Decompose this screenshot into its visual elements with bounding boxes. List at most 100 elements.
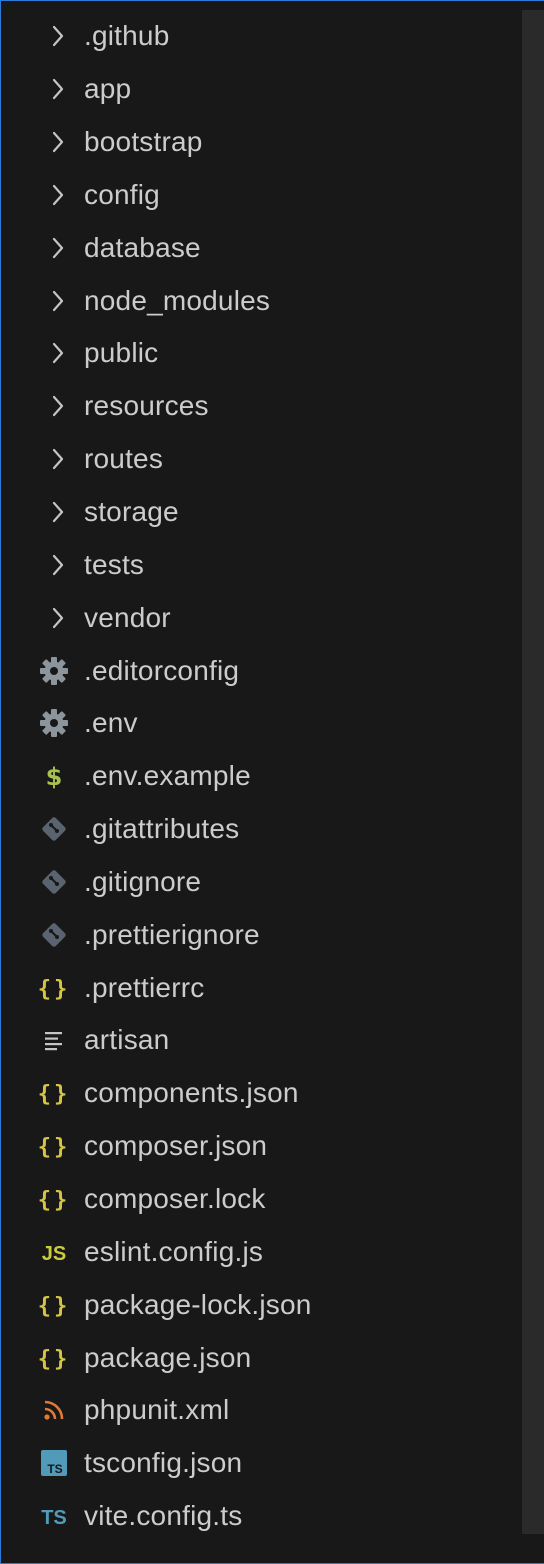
scrollbar-thumb[interactable]: [522, 10, 544, 1534]
folder-item-node-modules[interactable]: node_modules: [1, 274, 521, 327]
file-item-package-json[interactable]: {} package.json: [1, 1331, 521, 1384]
file-item-dot-editorconfig[interactable]: .editorconfig: [1, 644, 521, 697]
file-label: phpunit.xml: [84, 1394, 230, 1426]
folder-item-storage[interactable]: storage: [1, 486, 521, 539]
folder-label: app: [84, 73, 132, 105]
json-braces-icon: {}: [35, 1074, 73, 1112]
svg-text:TS: TS: [47, 1462, 62, 1476]
scrolled-off-content: [341, 1, 421, 3]
file-item-package-lock-json[interactable]: {} package-lock.json: [1, 1278, 521, 1331]
file-item-phpunit-xml[interactable]: phpunit.xml: [1, 1384, 521, 1437]
file-item-dot-env-example[interactable]: $ .env.example: [1, 750, 521, 803]
folder-item-bootstrap[interactable]: bootstrap: [1, 116, 521, 169]
svg-text:{}: {}: [38, 1082, 70, 1107]
folder-label: vendor: [84, 601, 171, 633]
folder-item-public[interactable]: public: [1, 327, 521, 380]
file-item-tsconfig-json[interactable]: TS tsconfig.json: [1, 1437, 521, 1490]
chevron-right-icon: [45, 546, 69, 584]
file-item-dot-gitignore[interactable]: .gitignore: [1, 856, 521, 909]
svg-text:{}: {}: [38, 1294, 70, 1319]
file-explorer: .github app bootstrap config database node_mo…: [0, 0, 544, 1564]
folder-label: config: [84, 178, 160, 210]
git-icon: [35, 863, 73, 901]
folder-item-dot-github[interactable]: .github: [1, 10, 521, 63]
file-item-components-json[interactable]: {} components.json: [1, 1067, 521, 1120]
file-item-dot-prettierrc[interactable]: {} .prettierrc: [1, 961, 521, 1014]
folder-label: bootstrap: [84, 126, 203, 158]
svg-text:{}: {}: [38, 1188, 70, 1213]
file-item-dot-prettierignore[interactable]: .prettierignore: [1, 908, 521, 961]
dollar-icon: $: [35, 757, 73, 795]
json-braces-icon: {}: [35, 1127, 73, 1165]
folder-label: public: [84, 337, 159, 369]
svg-text:JS: JS: [42, 1243, 66, 1265]
file-label: components.json: [84, 1077, 299, 1109]
file-item-dot-env[interactable]: .env: [1, 697, 521, 750]
file-label: .prettierignore: [84, 918, 260, 950]
svg-text:{}: {}: [38, 1135, 70, 1160]
file-item-composer-lock[interactable]: {} composer.lock: [1, 1173, 521, 1226]
chevron-right-icon: [45, 334, 69, 372]
folder-label: storage: [84, 496, 179, 528]
chevron-right-icon: [45, 599, 69, 637]
rss-icon: [35, 1391, 73, 1429]
git-icon: [35, 916, 73, 954]
folder-label: routes: [84, 443, 164, 475]
chevron-right-icon: [45, 17, 69, 55]
file-label: .gitattributes: [84, 813, 240, 845]
folder-item-vendor[interactable]: vendor: [1, 591, 521, 644]
file-label: package-lock.json: [84, 1288, 312, 1320]
chevron-right-icon: [45, 493, 69, 531]
svg-text:{}: {}: [38, 977, 70, 1002]
folder-item-app[interactable]: app: [1, 63, 521, 116]
file-label: .env: [84, 707, 138, 739]
file-item-composer-json[interactable]: {} composer.json: [1, 1120, 521, 1173]
folder-item-config[interactable]: config: [1, 169, 521, 222]
file-item-eslint-config-js[interactable]: JS eslint.config.js: [1, 1225, 521, 1278]
file-item-vite-config-ts[interactable]: TS vite.config.ts: [1, 1490, 521, 1543]
file-item-dot-gitattributes[interactable]: .gitattributes: [1, 803, 521, 856]
folder-label: node_modules: [84, 284, 271, 316]
svg-text:{}: {}: [38, 1347, 70, 1372]
folder-label: database: [84, 231, 201, 263]
file-label: .editorconfig: [84, 654, 240, 686]
file-label: .env.example: [84, 760, 251, 792]
file-label: composer.json: [84, 1130, 268, 1162]
chevron-right-icon: [45, 70, 69, 108]
svg-text:$: $: [46, 763, 63, 791]
js-icon: JS: [35, 1233, 73, 1271]
folder-item-database[interactable]: database: [1, 221, 521, 274]
folder-label: resources: [84, 390, 209, 422]
json-braces-icon: {}: [35, 969, 73, 1007]
folder-item-tests[interactable]: tests: [1, 538, 521, 591]
scrollbar-track[interactable]: [522, 10, 544, 1534]
gear-icon: [35, 652, 73, 690]
json-braces-icon: {}: [35, 1286, 73, 1324]
chevron-right-icon: [45, 229, 69, 267]
chevron-right-icon: [45, 387, 69, 425]
file-label: vite.config.ts: [84, 1500, 243, 1532]
folder-label: .github: [84, 20, 170, 52]
file-label: .gitignore: [84, 865, 202, 897]
folder-label: tests: [84, 548, 145, 580]
text-lines-icon: [35, 1021, 73, 1059]
json-braces-icon: {}: [35, 1339, 73, 1377]
svg-text:TS: TS: [41, 1507, 67, 1529]
file-tree: .github app bootstrap config database node_mo…: [1, 10, 521, 1542]
folder-item-resources[interactable]: resources: [1, 380, 521, 433]
chevron-right-icon: [45, 440, 69, 478]
chevron-right-icon: [45, 123, 69, 161]
json-braces-icon: {}: [35, 1180, 73, 1218]
file-label: artisan: [84, 1024, 170, 1056]
file-label: .prettierrc: [84, 971, 205, 1003]
chevron-right-icon: [45, 282, 69, 320]
ts-icon: TS: [35, 1497, 73, 1535]
file-item-artisan[interactable]: artisan: [1, 1014, 521, 1067]
file-label: composer.lock: [84, 1182, 266, 1214]
ts-box-icon: TS: [35, 1444, 73, 1482]
folder-item-routes[interactable]: routes: [1, 433, 521, 486]
gear-icon: [35, 704, 73, 742]
git-icon: [35, 810, 73, 848]
file-label: package.json: [84, 1341, 252, 1373]
chevron-right-icon: [45, 176, 69, 214]
